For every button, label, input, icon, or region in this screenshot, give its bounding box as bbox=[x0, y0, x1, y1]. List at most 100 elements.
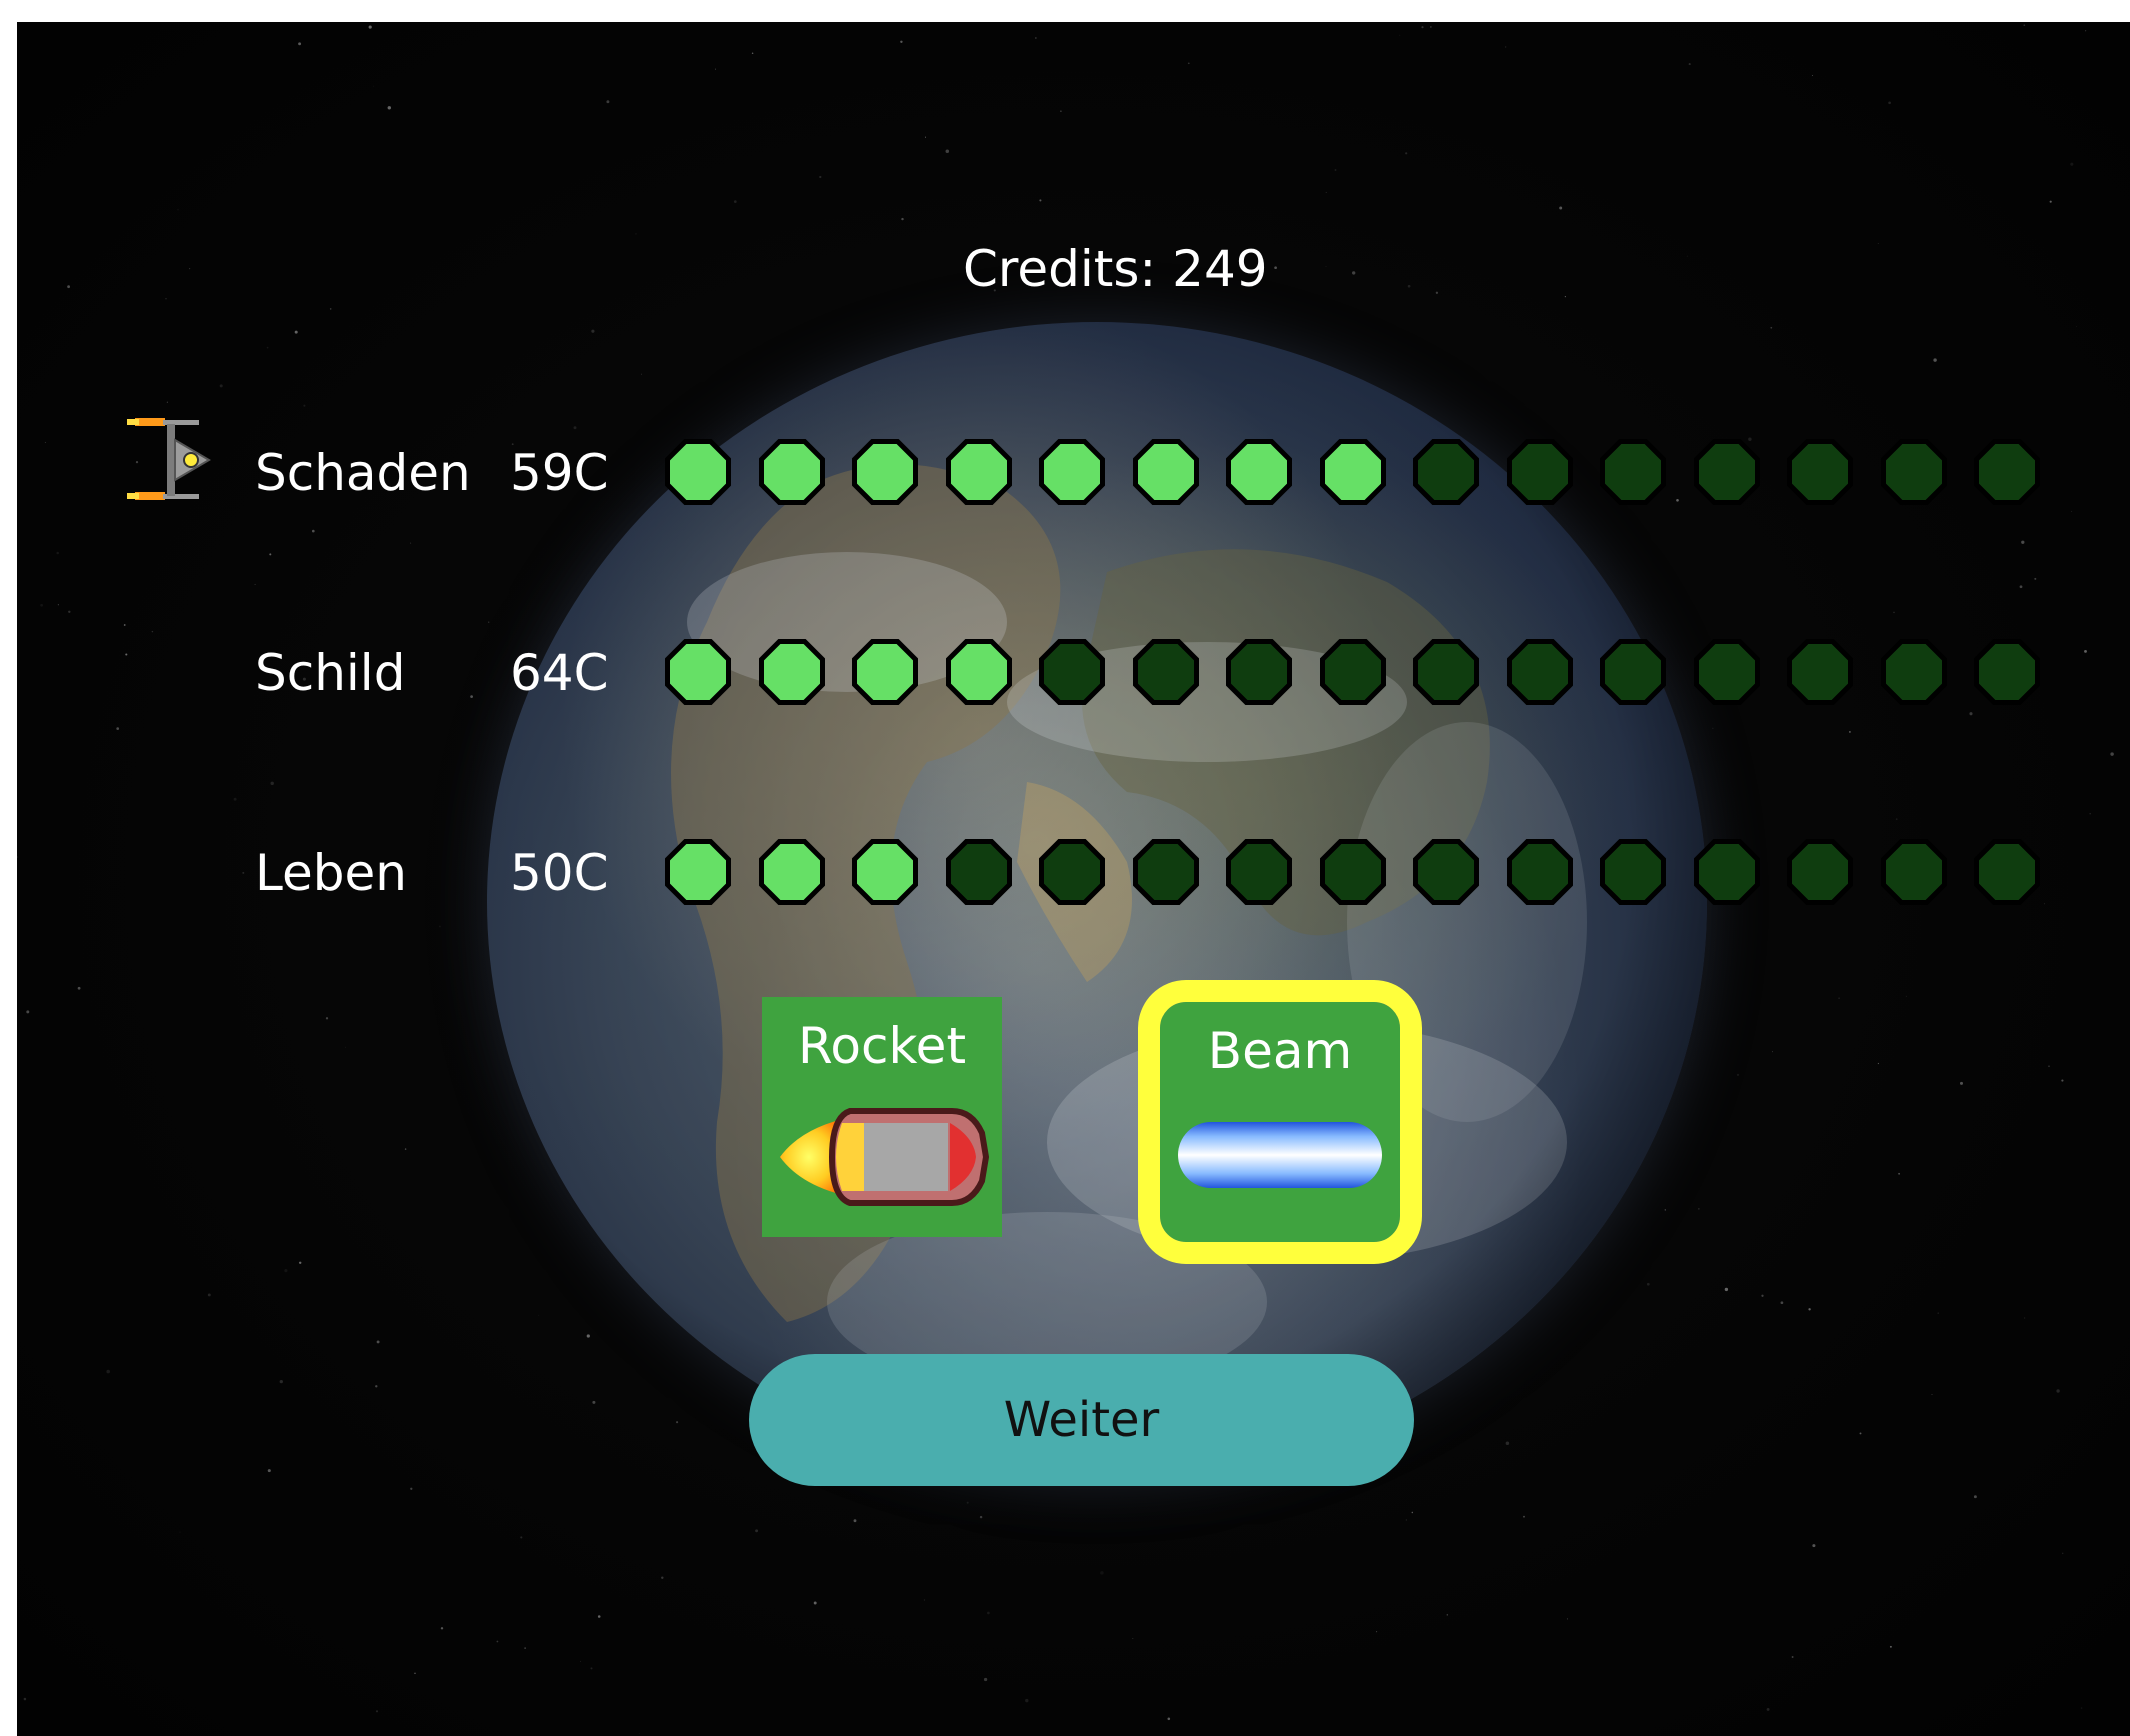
upgrade-pip-empty[interactable] bbox=[1223, 636, 1295, 708]
star bbox=[123, 624, 126, 626]
star bbox=[715, 68, 716, 70]
upgrade-pip-empty[interactable] bbox=[1317, 836, 1389, 908]
upgrade-pip-filled[interactable] bbox=[756, 636, 828, 708]
upgrade-pip-empty[interactable] bbox=[1130, 636, 1202, 708]
star bbox=[219, 384, 223, 388]
star bbox=[325, 1017, 329, 1020]
star bbox=[68, 610, 71, 614]
upgrade-pip-empty[interactable] bbox=[1691, 836, 1763, 908]
upgrade-pip-empty[interactable] bbox=[1597, 636, 1669, 708]
star bbox=[2048, 1065, 2050, 1068]
star bbox=[1167, 1717, 1171, 1721]
upgrade-pip-filled[interactable] bbox=[1130, 436, 1202, 508]
star bbox=[1025, 1698, 1029, 1703]
upgrade-pip-empty[interactable] bbox=[1130, 836, 1202, 908]
star bbox=[1688, 63, 1691, 66]
star bbox=[983, 1677, 988, 1682]
star bbox=[414, 1672, 416, 1675]
star bbox=[1446, 1614, 1448, 1616]
stat-cost: 59C bbox=[510, 444, 609, 502]
star bbox=[2061, 1552, 2064, 1555]
upgrade-pip-filled[interactable] bbox=[662, 836, 734, 908]
upgrade-pip-filled[interactable] bbox=[849, 836, 921, 908]
star bbox=[57, 604, 60, 606]
upgrade-pip-filled[interactable] bbox=[943, 636, 1015, 708]
star bbox=[1566, 1618, 1568, 1620]
star bbox=[188, 267, 191, 270]
star bbox=[1895, 818, 1898, 821]
star bbox=[966, 1501, 969, 1504]
star bbox=[344, 1046, 346, 1048]
upgrade-pip-filled[interactable] bbox=[756, 436, 828, 508]
upgrade-pip-empty[interactable] bbox=[1691, 636, 1763, 708]
star bbox=[755, 1529, 759, 1533]
upgrade-pip-empty[interactable] bbox=[1410, 636, 1482, 708]
upgrade-pip-empty[interactable] bbox=[1223, 836, 1295, 908]
upgrade-pip-filled[interactable] bbox=[1317, 436, 1389, 508]
weapon-rocket-button[interactable]: Rocket bbox=[762, 997, 1002, 1237]
upgrade-pip-filled[interactable] bbox=[756, 836, 828, 908]
upgrade-pip-empty[interactable] bbox=[1878, 636, 1950, 708]
star bbox=[207, 1293, 211, 1297]
star bbox=[1060, 110, 1062, 112]
upgrade-pip-filled[interactable] bbox=[849, 636, 921, 708]
star bbox=[1724, 1287, 1729, 1292]
star bbox=[1564, 296, 1566, 298]
upgrade-pip-empty[interactable] bbox=[1878, 436, 1950, 508]
star bbox=[2089, 813, 2091, 815]
upgrade-pip-filled[interactable] bbox=[1036, 436, 1108, 508]
star bbox=[1187, 62, 1190, 65]
weiter-button[interactable]: Weiter bbox=[749, 1354, 1414, 1486]
star bbox=[1523, 1515, 1525, 1518]
upgrade-pip-empty[interactable] bbox=[1971, 436, 2043, 508]
upgrade-pip-empty[interactable] bbox=[1597, 836, 1669, 908]
upgrade-pip-empty[interactable] bbox=[943, 836, 1015, 908]
upgrade-pip-empty[interactable] bbox=[1410, 436, 1482, 508]
upgrade-pip-filled[interactable] bbox=[1223, 436, 1295, 508]
upgrade-pip-empty[interactable] bbox=[1504, 836, 1576, 908]
star bbox=[1933, 358, 1937, 362]
stat-cost: 50C bbox=[510, 844, 609, 902]
star bbox=[1811, 74, 1813, 76]
upgrade-pip-filled[interactable] bbox=[943, 436, 1015, 508]
upgrade-pip-empty[interactable] bbox=[1878, 836, 1950, 908]
star bbox=[1877, 242, 1879, 245]
star bbox=[375, 1710, 379, 1713]
upgrade-pip-empty[interactable] bbox=[1504, 436, 1576, 508]
star bbox=[1893, 611, 1895, 614]
star bbox=[580, 1660, 582, 1662]
upgrade-pip-empty[interactable] bbox=[1317, 636, 1389, 708]
upgrade-pip-empty[interactable] bbox=[1691, 436, 1763, 508]
star bbox=[923, 1599, 926, 1601]
stat-row-schaden: Schaden 59C bbox=[17, 432, 2130, 512]
upgrade-pip-filled[interactable] bbox=[662, 436, 734, 508]
upgrade-pip-empty[interactable] bbox=[1784, 436, 1856, 508]
star bbox=[751, 52, 754, 55]
upgrade-pip-empty[interactable] bbox=[1504, 636, 1576, 708]
upgrade-pip-empty[interactable] bbox=[1036, 636, 1108, 708]
star bbox=[2034, 577, 2037, 580]
stat-label: Schild bbox=[255, 644, 406, 702]
upgrade-pip-empty[interactable] bbox=[1410, 836, 1482, 908]
star bbox=[597, 1615, 601, 1618]
upgrade-pip-filled[interactable] bbox=[849, 436, 921, 508]
star bbox=[1686, 255, 1689, 257]
upgrade-pip-empty[interactable] bbox=[1784, 636, 1856, 708]
upgrade-pip-empty[interactable] bbox=[1971, 636, 2043, 708]
weapon-label: Rocket bbox=[797, 1017, 967, 1075]
star bbox=[26, 1010, 30, 1014]
upgrade-pip-empty[interactable] bbox=[1036, 836, 1108, 908]
star bbox=[267, 1469, 271, 1473]
star bbox=[1430, 26, 1432, 28]
upgrade-pip-filled[interactable] bbox=[662, 636, 734, 708]
star bbox=[1888, 101, 1891, 105]
upgrade-pip-empty[interactable] bbox=[1597, 436, 1669, 508]
weapon-beam-button[interactable]: Beam bbox=[1138, 980, 1422, 1264]
star bbox=[1100, 1571, 1104, 1575]
upgrade-pip-empty[interactable] bbox=[1971, 836, 2043, 908]
star bbox=[1905, 995, 1907, 997]
star bbox=[638, 1733, 640, 1735]
upgrade-pip-empty[interactable] bbox=[1784, 836, 1856, 908]
star bbox=[1937, 1312, 1939, 1314]
star bbox=[1334, 169, 1337, 171]
